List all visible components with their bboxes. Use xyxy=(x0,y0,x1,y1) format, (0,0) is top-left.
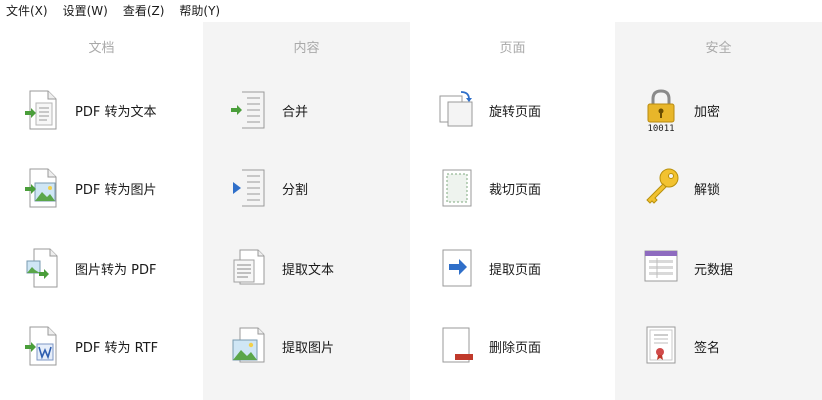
delete-page-label: 删除页面 xyxy=(489,340,542,356)
menu-help[interactable]: 帮助(Y) xyxy=(171,0,227,22)
decrypt-button[interactable]: 解锁 xyxy=(637,164,720,212)
column-header-document: 文档 xyxy=(88,41,115,56)
pdf-to-image-button[interactable]: PDF 转为图片 xyxy=(18,164,156,212)
column-document: 文档 PDF 转为文本 PDF 转为图片 图片转为 PDF PDF 转为 RTF xyxy=(0,22,203,400)
pdf-to-text-button[interactable]: PDF 转为文本 xyxy=(18,86,156,134)
rotate-page-button[interactable]: 旋转页面 xyxy=(432,86,541,134)
column-security: 安全 10011 加密 解锁 元数据 签名 xyxy=(615,22,822,400)
delete-page-icon xyxy=(432,322,480,370)
pdf-to-rtf-icon xyxy=(18,322,66,370)
sign-label: 签名 xyxy=(694,340,721,356)
extract-image-button[interactable]: 提取图片 xyxy=(225,322,334,370)
metadata-icon xyxy=(637,244,685,292)
merge-button[interactable]: 合并 xyxy=(225,86,308,134)
split-icon xyxy=(225,164,273,212)
pdf-to-image-label: PDF 转为图片 xyxy=(75,182,157,198)
metadata-button[interactable]: 元数据 xyxy=(637,244,733,292)
certificate-icon xyxy=(637,322,685,370)
extract-page-label: 提取页面 xyxy=(489,262,542,278)
extract-page-icon xyxy=(432,244,480,292)
merge-label: 合并 xyxy=(282,104,309,120)
image-to-pdf-icon xyxy=(18,244,66,292)
crop-page-button[interactable]: 裁切页面 xyxy=(432,164,541,212)
encrypt-button[interactable]: 10011 加密 xyxy=(637,86,720,134)
decrypt-label: 解锁 xyxy=(694,182,721,198)
lock-icon-caption: 10011 xyxy=(647,124,674,133)
crop-page-icon xyxy=(432,164,480,212)
image-to-pdf-button[interactable]: 图片转为 PDF xyxy=(18,244,156,292)
key-icon xyxy=(637,164,685,212)
pdf-to-rtf-label: PDF 转为 RTF xyxy=(75,340,159,356)
rotate-page-label: 旋转页面 xyxy=(489,104,542,120)
pdf-to-text-label: PDF 转为文本 xyxy=(75,104,157,120)
pdf-to-image-icon xyxy=(18,164,66,212)
extract-page-button[interactable]: 提取页面 xyxy=(432,244,541,292)
column-header-security: 安全 xyxy=(705,41,732,56)
column-header-page: 页面 xyxy=(499,41,526,56)
column-page: 页面 旋转页面 裁切页面 提取页面 删除页面 xyxy=(410,22,615,400)
sign-button[interactable]: 签名 xyxy=(637,322,720,370)
pdf-to-text-icon xyxy=(18,86,66,134)
extract-image-icon xyxy=(225,322,273,370)
pdf-to-rtf-button[interactable]: PDF 转为 RTF xyxy=(18,322,158,370)
extract-text-label: 提取文本 xyxy=(282,262,335,278)
tool-columns: 文档 PDF 转为文本 PDF 转为图片 图片转为 PDF PDF 转为 RTF… xyxy=(0,22,822,400)
extract-text-icon xyxy=(225,244,273,292)
merge-icon xyxy=(225,86,273,134)
metadata-label: 元数据 xyxy=(694,262,734,278)
menu-bar: 文件(X) 设置(W) 查看(Z) 帮助(Y) xyxy=(0,0,822,22)
rotate-page-icon xyxy=(432,86,480,134)
menu-view[interactable]: 查看(Z) xyxy=(115,0,172,22)
extract-image-label: 提取图片 xyxy=(282,340,335,356)
split-button[interactable]: 分割 xyxy=(225,164,308,212)
crop-page-label: 裁切页面 xyxy=(489,182,542,198)
delete-page-button[interactable]: 删除页面 xyxy=(432,322,541,370)
lock-icon: 10011 xyxy=(637,86,685,134)
image-to-pdf-label: 图片转为 PDF xyxy=(75,262,157,278)
column-content: 内容 合并 分割 提取文本 提取图片 xyxy=(203,22,410,400)
extract-text-button[interactable]: 提取文本 xyxy=(225,244,334,292)
encrypt-label: 加密 xyxy=(694,104,721,120)
menu-file[interactable]: 文件(X) xyxy=(0,0,55,22)
column-header-content: 内容 xyxy=(293,41,320,56)
split-label: 分割 xyxy=(282,182,309,198)
menu-settings[interactable]: 设置(W) xyxy=(55,0,115,22)
